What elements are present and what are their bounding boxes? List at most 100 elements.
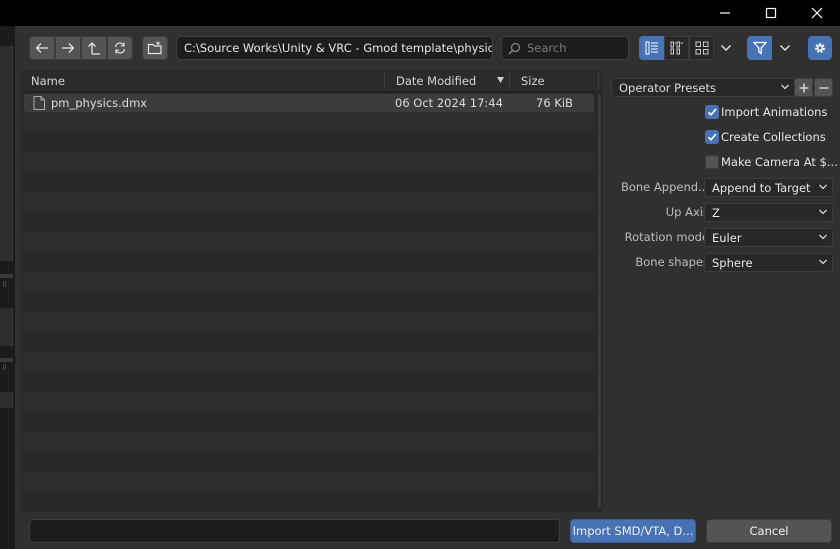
cancel-button[interactable]: Cancel — [706, 519, 832, 543]
up-axis-label: Up Axis — [665, 205, 709, 219]
bone-shapes-label: Bone shapes — [635, 255, 709, 269]
maximize-icon[interactable] — [748, 0, 794, 26]
empty-row-stripe — [20, 392, 596, 412]
footer-bar: Import SMD/VTA, D... Cancel — [15, 512, 840, 549]
filename-field[interactable] — [29, 519, 560, 543]
empty-row-stripe — [20, 232, 596, 252]
column-divider[interactable] — [598, 72, 599, 90]
import-options-panel: Operator Presets Import Animations Creat… — [601, 70, 840, 512]
forward-arrow-icon[interactable] — [55, 36, 81, 60]
divider — [0, 358, 13, 362]
chevron-down-icon — [819, 184, 827, 190]
empty-row-stripe — [20, 112, 596, 132]
bone-append-dropdown[interactable]: Append to Target — [704, 178, 833, 197]
empty-row-stripe — [20, 252, 596, 272]
remove-preset-button[interactable] — [814, 78, 833, 97]
parent-directory-icon[interactable] — [81, 36, 107, 60]
rotation-mode-label: Rotation mode — [624, 230, 709, 244]
file-icon — [33, 96, 45, 110]
drag-handle-icon[interactable]: ⠿ — [2, 364, 7, 372]
minimize-icon[interactable] — [702, 0, 748, 26]
operator-presets-dropdown[interactable]: Operator Presets — [611, 78, 795, 97]
empty-row-stripe — [20, 212, 596, 232]
column-divider[interactable] — [509, 72, 510, 90]
checkmark-icon — [707, 108, 717, 117]
filter-options-chevron-icon[interactable] — [772, 36, 797, 60]
column-name[interactable]: Name — [31, 74, 65, 88]
close-icon[interactable] — [794, 0, 840, 26]
import-animations-label[interactable]: Import Animations — [721, 105, 827, 119]
bone-shapes-value: Sphere — [712, 256, 753, 270]
create-collections-label[interactable]: Create Collections — [721, 130, 826, 144]
divider — [0, 274, 13, 278]
gear-icon[interactable] — [808, 36, 832, 60]
file-size: 76 KiB — [536, 96, 573, 110]
chevron-down-icon — [781, 84, 789, 90]
empty-row-stripe — [20, 472, 596, 492]
empty-row-stripe — [20, 292, 596, 312]
chevron-down-icon — [819, 259, 827, 265]
background-panel — [0, 392, 13, 408]
empty-row-stripe — [20, 372, 596, 392]
empty-row-stripe — [20, 412, 596, 432]
search-input[interactable]: Search — [501, 36, 629, 60]
empty-row-stripe — [20, 312, 596, 332]
empty-row-stripe — [20, 352, 596, 372]
bone-shapes-dropdown[interactable]: Sphere — [704, 253, 833, 272]
column-header: Name Date Modified Size — [20, 70, 601, 92]
import-animations-checkbox[interactable] — [705, 105, 719, 119]
display-settings-chevron-icon[interactable] — [714, 36, 738, 60]
background-panel — [0, 46, 13, 261]
drag-handle-icon[interactable]: ⠿ — [2, 281, 7, 289]
background-editor-strip: ⠿ ⠿ — [0, 26, 15, 549]
horizontal-list-view-icon[interactable] — [664, 36, 689, 60]
empty-row-stripe — [20, 332, 596, 352]
back-arrow-icon[interactable] — [29, 36, 55, 60]
up-axis-value: Z — [712, 206, 720, 220]
column-date-modified[interactable]: Date Modified — [396, 74, 476, 88]
file-name: pm_physics.dmx — [51, 96, 148, 110]
directory-path-field[interactable]: C:\Source Works\Unity & VRC - Gmod templ… — [176, 36, 493, 60]
empty-row-stripe — [20, 172, 596, 192]
rotation-mode-dropdown[interactable]: Euler — [704, 228, 833, 247]
import-button[interactable]: Import SMD/VTA, D... — [570, 519, 696, 543]
file-rows: pm_physics.dmx 06 Oct 2024 17:44 76 KiB — [20, 92, 596, 512]
chevron-down-icon — [819, 209, 827, 215]
empty-row-stripe — [20, 272, 596, 292]
background-panel — [0, 308, 13, 346]
thumbnail-view-icon[interactable] — [689, 36, 714, 60]
bone-append-label: Bone Append... — [620, 180, 709, 194]
file-browser-dialog: C:\Source Works\Unity & VRC - Gmod templ… — [15, 26, 840, 549]
add-preset-button[interactable] — [794, 78, 813, 97]
bone-append-value: Append to Target — [712, 181, 811, 195]
chevron-down-icon — [819, 234, 827, 240]
minus-icon — [819, 86, 828, 89]
column-size[interactable]: Size — [521, 74, 545, 88]
empty-row-stripe — [20, 432, 596, 452]
new-folder-icon[interactable] — [142, 36, 168, 60]
make-camera-label[interactable]: Make Camera At $... — [721, 155, 838, 169]
create-collections-checkbox[interactable] — [705, 130, 719, 144]
checkmark-icon — [707, 133, 717, 142]
empty-row-stripe — [20, 132, 596, 152]
refresh-icon[interactable] — [107, 36, 133, 60]
empty-row-stripe — [20, 492, 596, 512]
empty-row-stripe — [20, 192, 596, 212]
rotation-mode-value: Euler — [712, 231, 742, 245]
search-icon — [508, 42, 521, 54]
file-list-panel: Name Date Modified Size pm_physics.dmx 0… — [20, 70, 601, 512]
window-titlebar — [0, 0, 840, 26]
column-divider[interactable] — [384, 72, 385, 90]
presets-label: Operator Presets — [619, 81, 716, 95]
empty-row-stripe — [20, 152, 596, 172]
make-camera-checkbox[interactable] — [705, 155, 719, 169]
empty-row-stripe — [20, 452, 596, 472]
up-axis-dropdown[interactable]: Z — [704, 203, 833, 222]
file-date: 06 Oct 2024 17:44 — [395, 96, 503, 110]
sort-descending-icon[interactable] — [497, 77, 504, 83]
file-row[interactable]: pm_physics.dmx 06 Oct 2024 17:44 76 KiB — [24, 94, 594, 112]
plus-icon — [799, 83, 808, 92]
filter-icon[interactable] — [747, 36, 772, 60]
vertical-list-view-icon[interactable] — [639, 36, 664, 60]
search-placeholder: Search — [527, 41, 567, 55]
